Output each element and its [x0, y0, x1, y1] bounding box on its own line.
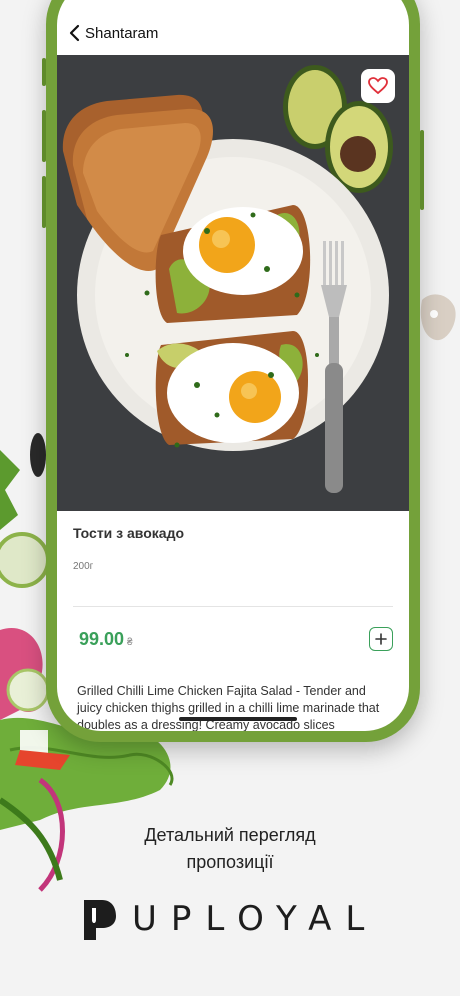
phone-side-button	[420, 130, 424, 210]
product-price: 99.00 ₴	[79, 629, 133, 650]
toast-with-egg	[155, 331, 308, 445]
heart-icon	[368, 77, 388, 95]
back-chevron-icon[interactable]	[67, 23, 83, 43]
caption-line-2: пропозиції	[186, 852, 274, 872]
divider	[73, 606, 393, 607]
home-indicator[interactable]	[179, 717, 297, 721]
phone-side-button	[42, 110, 46, 162]
avocado-toast-image	[57, 55, 409, 511]
currency-symbol: ₴	[127, 637, 133, 648]
price-value: 99.00	[79, 629, 125, 649]
app-screen: Shantaram Тости з авокадо 200г 99.00 ₴ G…	[57, 0, 409, 731]
brand-name: UPLOYAL	[132, 899, 379, 939]
promo-caption: Детальний перегляд пропозиції	[0, 822, 460, 876]
phone-frame: Shantaram Тости з авокадо 200г 99.00 ₴ G…	[42, 0, 424, 742]
product-weight: 200г	[73, 561, 94, 572]
plus-icon	[375, 633, 387, 645]
phone-side-button	[42, 176, 46, 228]
uployal-logo-icon	[84, 900, 116, 940]
navigation-bar: Shantaram	[57, 11, 409, 55]
product-photo	[57, 55, 409, 511]
product-name: Тости з авокадо	[73, 525, 185, 541]
favorite-button[interactable]	[361, 69, 395, 103]
header-title[interactable]: Shantaram	[85, 25, 158, 42]
caption-line-1: Детальний перегляд	[144, 825, 316, 845]
brand-logo: UPLOYAL	[78, 896, 378, 942]
nut-decoration	[420, 294, 456, 341]
add-to-cart-button[interactable]	[369, 627, 393, 651]
product-description: Grilled Chilli Lime Chicken Fajita Salad…	[77, 684, 380, 731]
product-info: Тости з авокадо 200г 99.00 ₴ Grilled Chil…	[57, 511, 409, 731]
phone-side-button	[42, 58, 46, 86]
